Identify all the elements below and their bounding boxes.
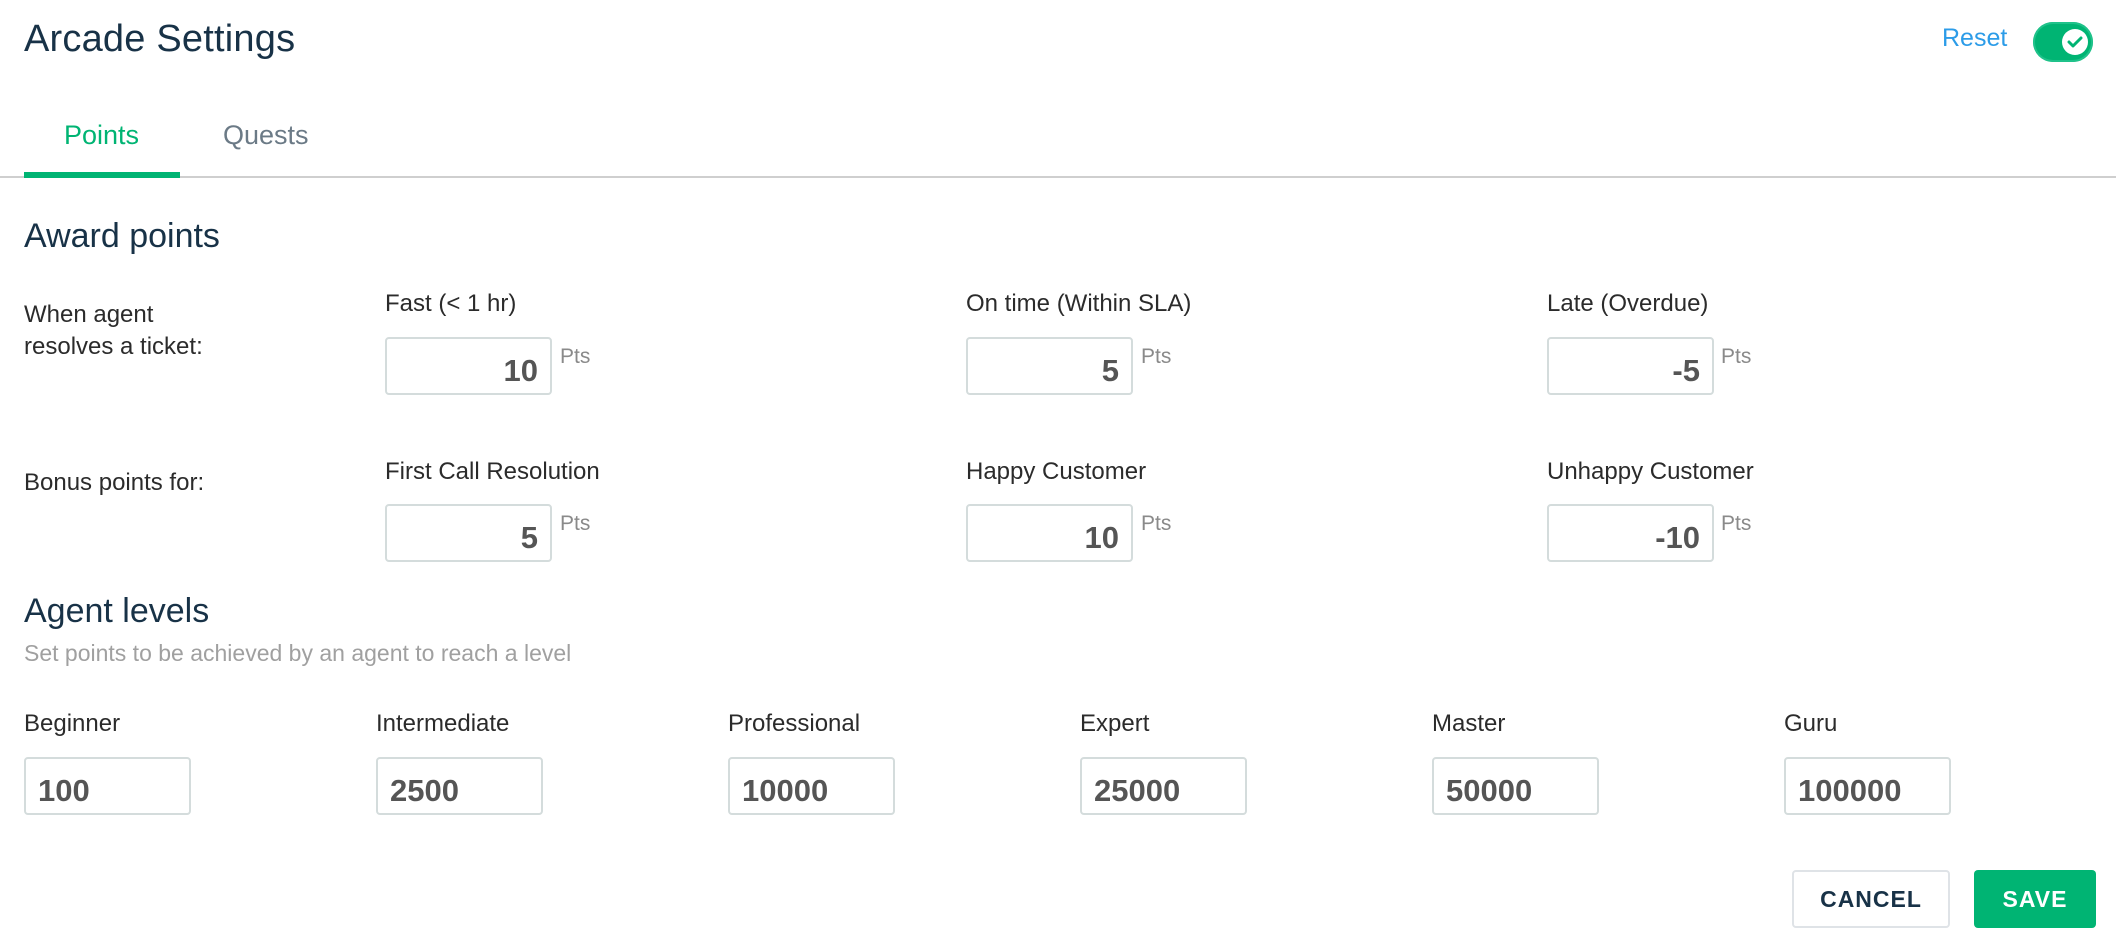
first-call-resolution-label: First Call Resolution bbox=[385, 458, 600, 485]
level-professional-label: Professional bbox=[728, 710, 861, 737]
level-guru-input[interactable] bbox=[1784, 757, 1951, 815]
first-call-resolution-input[interactable] bbox=[385, 504, 552, 562]
pts-unit: Pts bbox=[1721, 345, 1752, 368]
tab-bar-divider bbox=[0, 176, 2116, 178]
level-master-label: Master bbox=[1432, 710, 1506, 737]
agent-levels-subtitle: Set points to be achieved by an agent to… bbox=[24, 640, 572, 666]
page-title: Arcade Settings bbox=[24, 18, 296, 60]
unhappy-customer-input[interactable] bbox=[1547, 504, 1714, 562]
award-points-heading: Award points bbox=[24, 217, 220, 255]
pts-unit: Pts bbox=[560, 512, 591, 535]
on-time-label: On time (Within SLA) bbox=[966, 290, 1192, 317]
level-intermediate-label: Intermediate bbox=[376, 710, 510, 737]
arcade-enabled-toggle[interactable] bbox=[2033, 22, 2093, 62]
level-master-input[interactable] bbox=[1432, 757, 1599, 815]
fast-label: Fast (< 1 hr) bbox=[385, 290, 517, 317]
bonus-points-label: Bonus points for: bbox=[24, 469, 205, 496]
pts-unit: Pts bbox=[1141, 512, 1172, 535]
pts-unit: Pts bbox=[560, 345, 591, 368]
tab-quests[interactable]: Quests bbox=[223, 120, 309, 151]
pts-unit: Pts bbox=[1141, 345, 1172, 368]
level-expert-input[interactable] bbox=[1080, 757, 1247, 815]
active-tab-indicator bbox=[24, 172, 180, 178]
on-time-points-input[interactable] bbox=[966, 337, 1133, 395]
level-intermediate-input[interactable] bbox=[376, 757, 543, 815]
tab-bar: Points Quests bbox=[0, 110, 2116, 178]
level-beginner-label: Beginner bbox=[24, 710, 121, 737]
happy-customer-label: Happy Customer bbox=[966, 458, 1147, 485]
pts-unit: Pts bbox=[1721, 512, 1752, 535]
late-points-input[interactable] bbox=[1547, 337, 1714, 395]
late-label: Late (Overdue) bbox=[1547, 290, 1709, 317]
reset-link[interactable]: Reset bbox=[1942, 24, 2007, 53]
cancel-button[interactable]: CANCEL bbox=[1792, 870, 1950, 928]
happy-customer-input[interactable] bbox=[966, 504, 1133, 562]
unhappy-customer-label: Unhappy Customer bbox=[1547, 458, 1754, 485]
tab-points[interactable]: Points bbox=[64, 120, 139, 151]
level-guru-label: Guru bbox=[1784, 710, 1838, 737]
toggle-knob bbox=[2062, 29, 2088, 55]
save-button[interactable]: SAVE bbox=[1974, 870, 2096, 928]
fast-points-input[interactable] bbox=[385, 337, 552, 395]
check-icon bbox=[2067, 36, 2083, 48]
agent-levels-heading: Agent levels bbox=[24, 592, 210, 630]
level-expert-label: Expert bbox=[1080, 710, 1150, 737]
level-beginner-input[interactable] bbox=[24, 757, 191, 815]
level-professional-input[interactable] bbox=[728, 757, 895, 815]
resolve-ticket-label: When agent resolves a ticket: bbox=[24, 301, 203, 360]
